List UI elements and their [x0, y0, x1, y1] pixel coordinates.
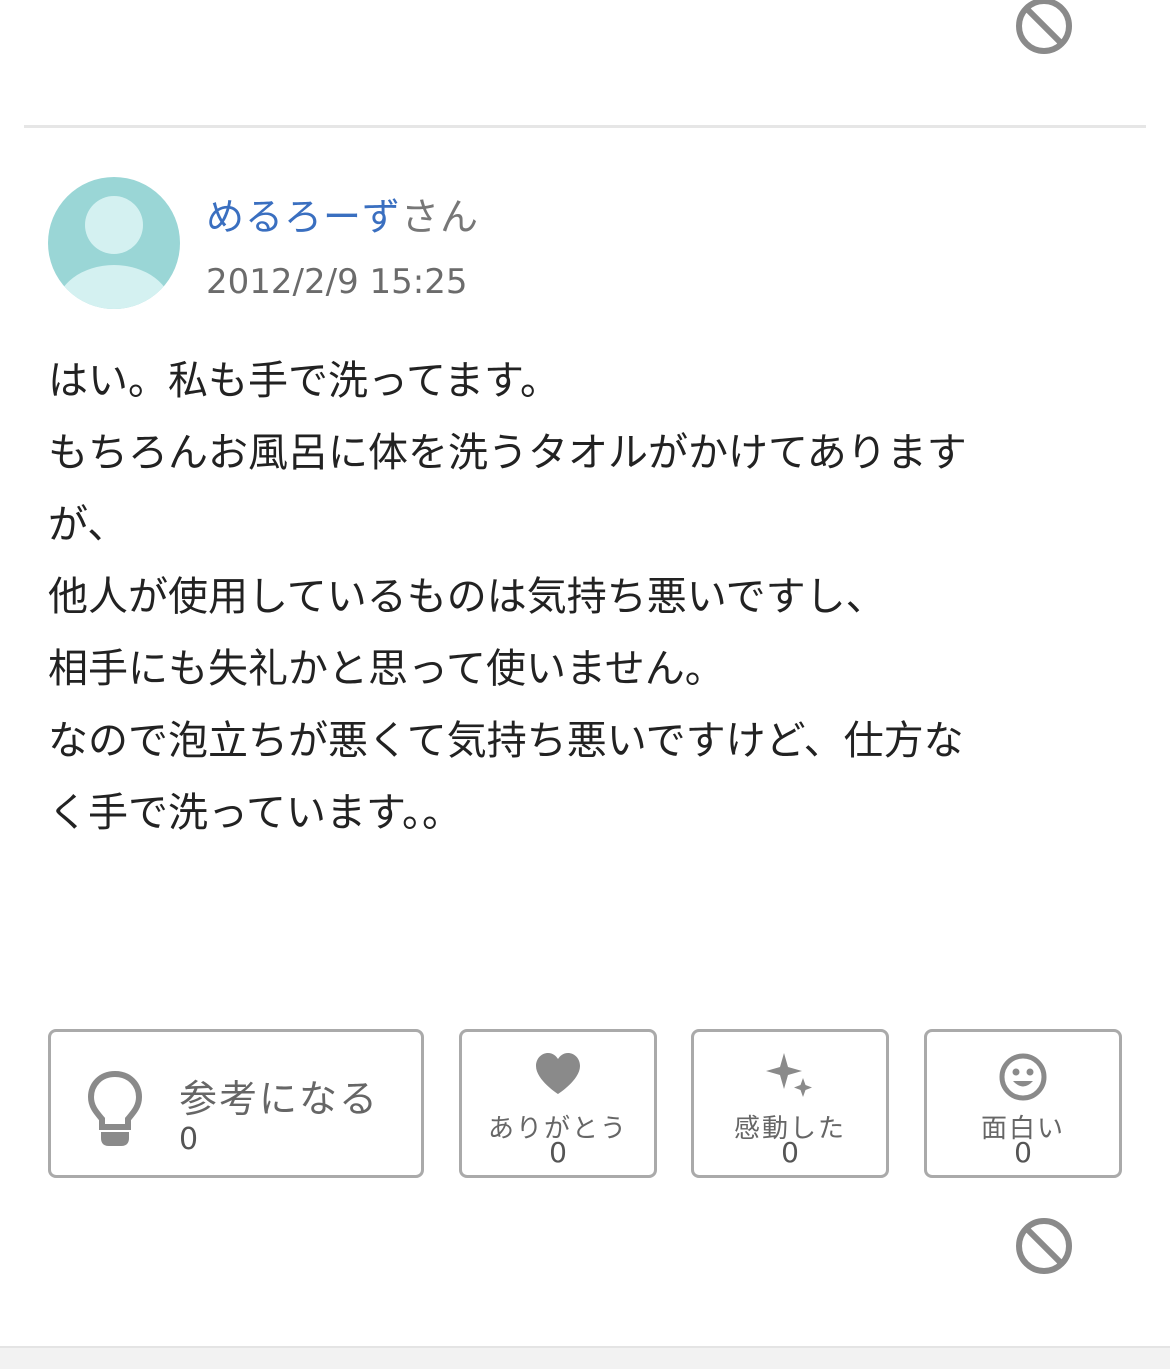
author-suffix: さん [401, 195, 480, 239]
helpful-count: 0 [179, 1122, 199, 1157]
avatar[interactable] [48, 177, 180, 309]
moved-button[interactable]: 感動した 0 [691, 1029, 889, 1178]
funny-count: 0 [1014, 1136, 1032, 1169]
answer-paragraph: もちろんお風呂に体を洗うタオルがかけてあります が、 他人が使用しているものは気… [48, 430, 967, 692]
smile-icon [999, 1053, 1047, 1101]
answer-paragraph: はい。私も手で洗ってます。 [48, 358, 560, 404]
sparkle-icon [766, 1053, 812, 1097]
lightbulb-icon [87, 1070, 143, 1146]
helpful-label: 参考になる [179, 1077, 380, 1121]
moved-count: 0 [781, 1136, 799, 1169]
divider [24, 125, 1146, 128]
author: めるろーずさん [206, 186, 479, 241]
avatar-icon [48, 177, 180, 309]
post-date: 2012/2/9 15:25 [206, 262, 468, 302]
thanks-button[interactable]: ありがとう 0 [459, 1029, 657, 1178]
helpful-button[interactable]: 参考になる 0 [48, 1029, 424, 1178]
section-separator [0, 1346, 1170, 1369]
answer-body: はい。私も手で洗ってます。 もちろんお風呂に体を洗うタオルがかけてあります が、… [48, 345, 1108, 849]
author-name-link[interactable]: めるろーず [206, 195, 401, 239]
block-icon[interactable] [1014, 1216, 1074, 1276]
funny-button[interactable]: 面白い 0 [924, 1029, 1122, 1178]
block-icon[interactable] [1014, 0, 1074, 56]
thanks-count: 0 [549, 1136, 567, 1169]
answer-paragraph: なので泡立ちが悪くて気持ち悪いですけど、仕方な く手で洗っています。。 [48, 718, 964, 836]
heart-icon [536, 1053, 580, 1094]
